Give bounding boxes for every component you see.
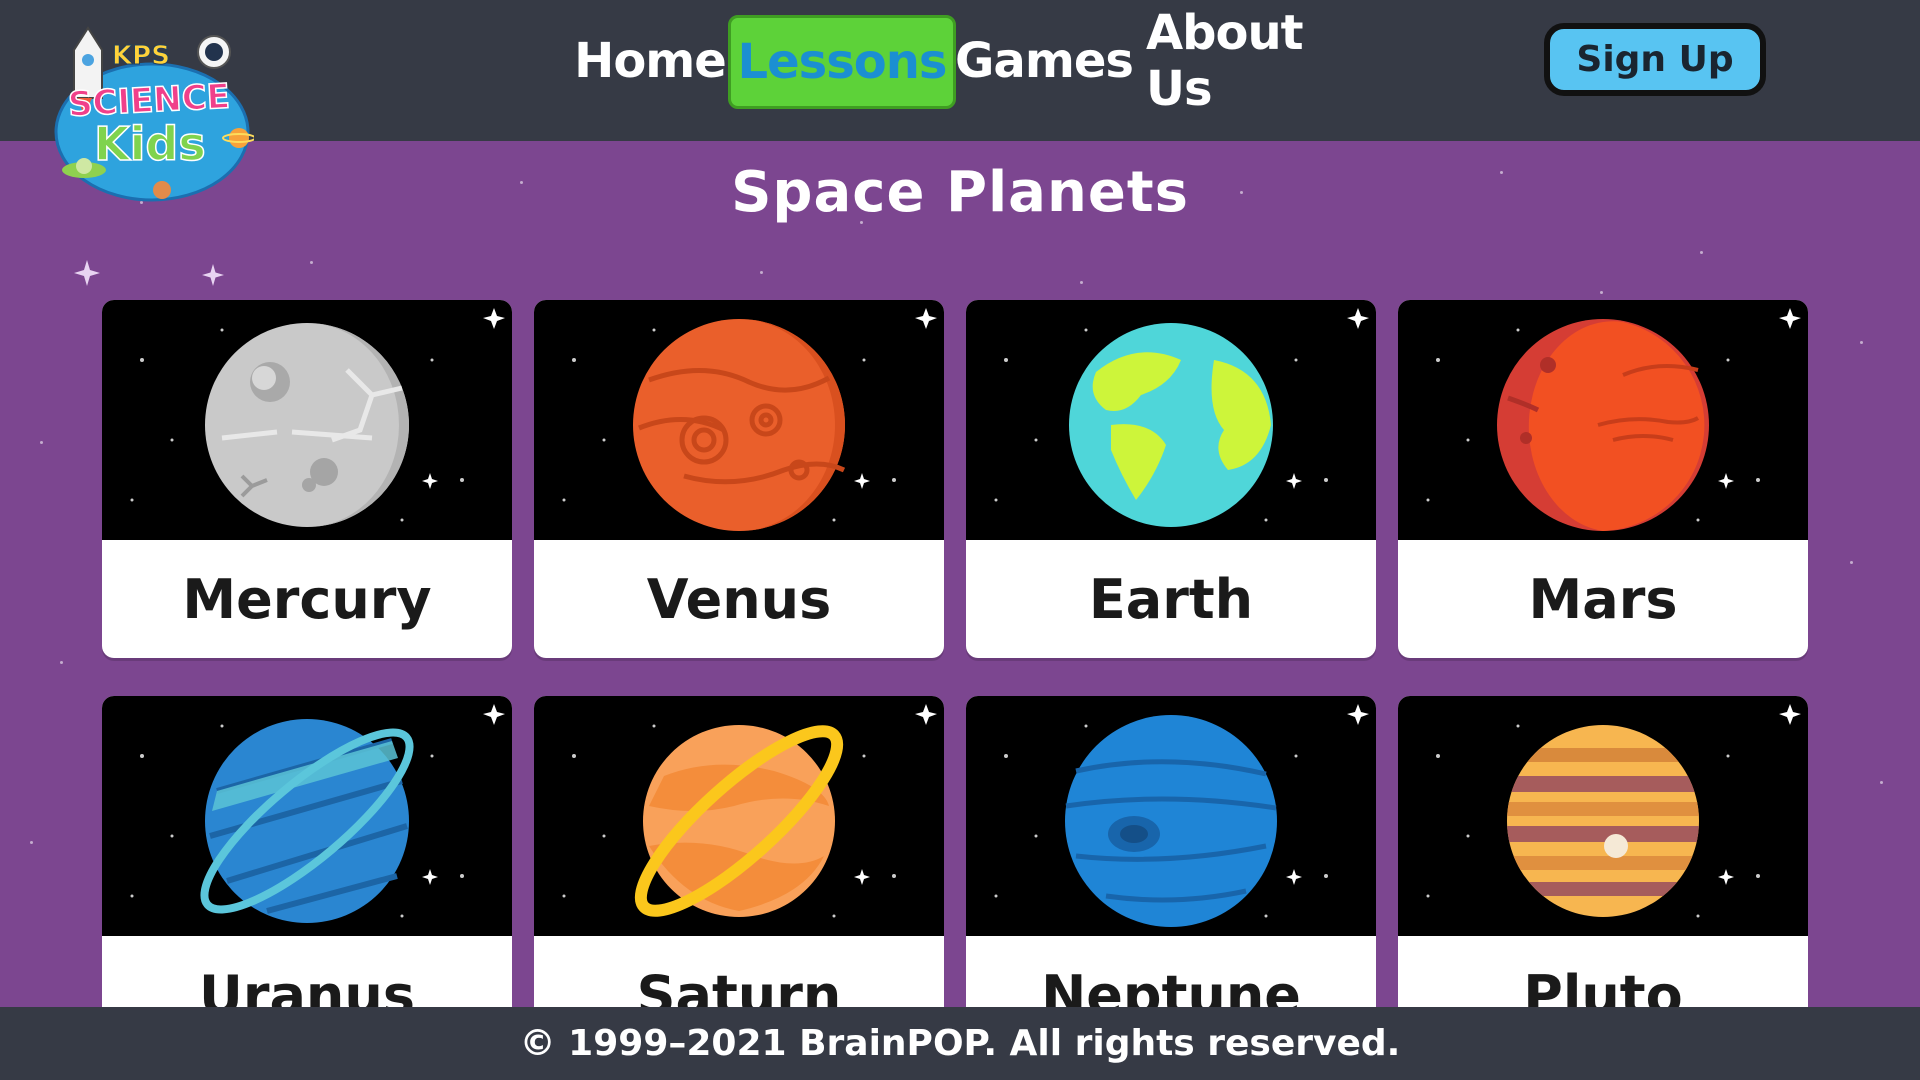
nav-lessons[interactable]: Lessons [728,15,956,109]
planet-card-earth[interactable]: Earth [966,300,1376,658]
planet-card-venus[interactable]: Venus [534,300,944,658]
nav-games[interactable]: Games [955,26,1134,96]
planet-image [1398,300,1808,540]
planet-name: Mars [1528,567,1678,631]
planet-name: Venus [646,567,832,631]
sign-up-button[interactable]: Sign Up [1544,23,1766,96]
planet-card-mars[interactable]: Mars [1398,300,1808,658]
mercury-icon [205,323,409,527]
planet-card-mercury[interactable]: Mercury [102,300,512,658]
nav-about-us[interactable]: About Us [1146,5,1352,117]
saturn-icon [634,725,844,917]
page-title: Space Planets [731,160,1189,225]
earth-icon [1069,323,1273,527]
planet-card-uranus[interactable]: Uranus [102,696,512,1054]
pluto-icon [1507,725,1699,917]
planet-image [102,300,512,540]
planet-image [966,696,1376,936]
top-nav-bar: KPS SCIENCE Kids Home Lessons Games Abou… [0,0,1920,202]
footer-bar: © 1999–2021 BrainPOP. All rights reserve… [0,1007,1920,1080]
planet-card-saturn[interactable]: Saturn [534,696,944,1054]
planet-image [534,696,944,936]
nav-home[interactable]: Home [574,26,727,96]
neptune-icon [1065,715,1277,927]
planet-image [966,300,1376,540]
uranus-icon [200,719,414,923]
copyright-text: © 1999–2021 BrainPOP. All rights reserve… [519,1023,1401,1064]
planet-card-pluto[interactable]: Pluto [1398,696,1808,1054]
venus-icon [633,319,846,531]
planet-card-neptune[interactable]: Neptune [966,696,1376,1054]
mars-icon [1497,319,1709,531]
planet-image [102,696,512,936]
sparkle-icon [74,260,100,286]
sparkle-icon [202,264,224,286]
planet-image [534,300,944,540]
planet-name: Mercury [182,567,432,631]
planet-image [1398,696,1808,936]
planet-name: Earth [1088,567,1254,631]
